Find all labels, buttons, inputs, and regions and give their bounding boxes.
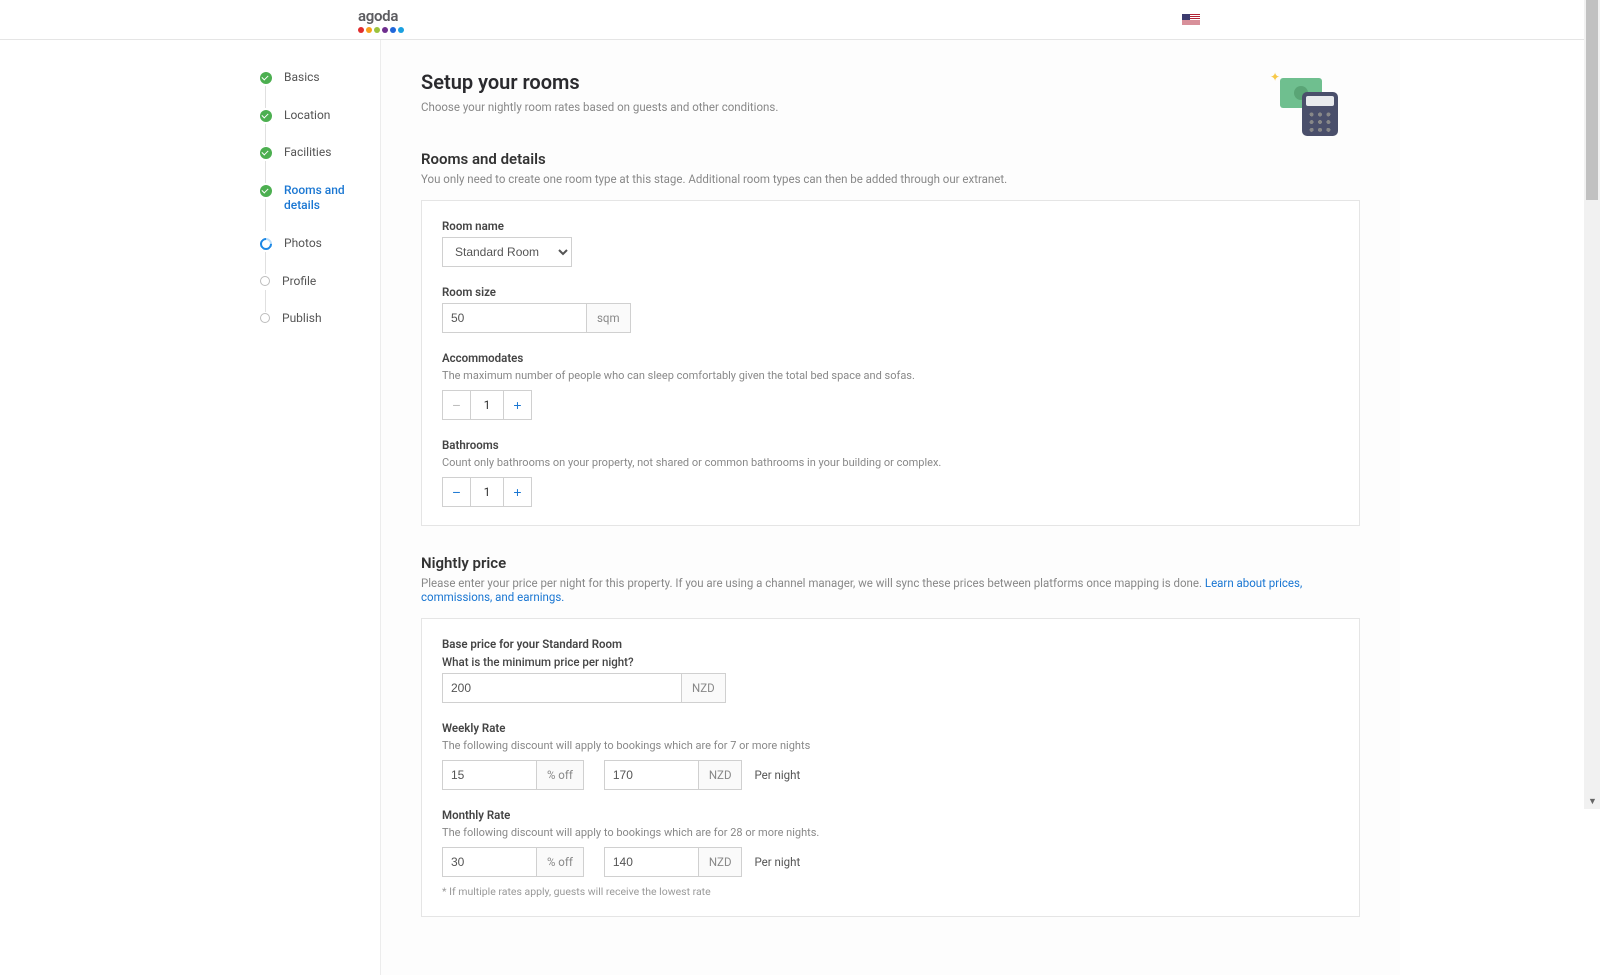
weekly-rate-input[interactable] [604,760,699,790]
room-size-label: Room size [442,285,1339,299]
weekly-rate-label: Weekly Rate [442,721,1339,735]
brand-logo[interactable]: agoda [358,7,404,33]
locale-flag-icon[interactable] [1182,14,1200,26]
weekly-rate-desc: The following discount will apply to boo… [442,739,1339,752]
room-name-label: Room name [442,219,1339,233]
check-icon [260,110,272,122]
step-facilities[interactable]: Facilities [260,145,360,161]
bathrooms-desc: Count only bathrooms on your property, n… [442,456,1339,469]
progress-sidebar: Basics Location Facilities Rooms and det… [200,40,380,975]
scroll-down-icon[interactable]: ▼ [1588,796,1597,807]
room-name-select[interactable]: Standard Room [442,237,572,267]
brand-dots-icon [358,27,404,33]
brand-text: agoda [358,7,404,25]
currency-addon: NZD [699,847,743,877]
currency-addon: NZD [699,760,743,790]
plus-button[interactable]: + [503,478,531,506]
step-label: Rooms and details [284,183,360,214]
min-price-input[interactable] [442,673,682,703]
step-photos[interactable]: Photos [260,236,360,252]
step-label: Basics [284,70,320,86]
bathrooms-stepper: − 1 + [442,477,532,507]
step-label: Location [284,108,330,124]
minus-button[interactable]: − [443,478,471,506]
monthly-pct-input[interactable] [442,847,537,877]
monthly-rate-desc: The following discount will apply to boo… [442,826,1339,839]
scrollbar-thumb[interactable] [1586,0,1598,200]
circle-icon [260,313,270,323]
step-publish[interactable]: Publish [260,311,360,327]
step-rooms-details[interactable]: Rooms and details [260,183,360,214]
accommodates-label: Accommodates [442,351,1339,365]
per-night-label: Per night [742,847,800,877]
minus-button[interactable]: − [443,391,471,419]
rooms-subtext: You only need to create one room type at… [421,172,1360,186]
price-heading: Nightly price [421,554,1360,572]
calculator-illustration-icon: ✦ [1260,70,1360,150]
accommodates-value: 1 [471,391,503,419]
bathrooms-value: 1 [471,478,503,506]
check-icon [260,72,272,84]
circle-icon [260,276,270,286]
plus-button[interactable]: + [503,391,531,419]
pct-off-addon: % off [537,847,584,877]
check-icon [260,147,272,159]
room-size-input[interactable] [442,303,587,333]
step-basics[interactable]: Basics [260,70,360,86]
weekly-pct-input[interactable] [442,760,537,790]
price-subtext: Please enter your price per night for th… [421,576,1360,604]
step-label: Photos [284,236,322,252]
page-title: Setup your rooms [421,70,778,94]
monthly-rate-input[interactable] [604,847,699,877]
rooms-card: Room name Standard Room Room size sqm Ac… [421,200,1360,526]
step-profile[interactable]: Profile [260,274,360,290]
accommodates-stepper: − 1 + [442,390,532,420]
page-subtitle: Choose your nightly room rates based on … [421,100,778,114]
currency-addon: NZD [682,673,726,703]
step-label: Facilities [284,145,331,161]
bathrooms-label: Bathrooms [442,438,1339,452]
rates-footnote: * If multiple rates apply, guests will r… [442,885,1339,898]
monthly-rate-label: Monthly Rate [442,808,1339,822]
pct-off-addon: % off [537,760,584,790]
step-location[interactable]: Location [260,108,360,124]
room-size-unit: sqm [587,303,631,333]
price-card: Base price for your Standard Room What i… [421,618,1360,917]
per-night-label: Per night [742,760,800,790]
check-icon [260,185,272,197]
base-price-label: Base price for your Standard Room [442,637,1339,651]
min-price-label: What is the minimum price per night? [442,655,1339,669]
accommodates-desc: The maximum number of people who can sle… [442,369,1339,382]
step-label: Profile [282,274,316,290]
vertical-scrollbar[interactable]: ▲ ▼ [1584,0,1600,809]
spinner-icon [258,235,275,252]
main-content: Setup your rooms Choose your nightly roo… [380,40,1400,975]
rooms-heading: Rooms and details [421,150,1360,168]
top-header: agoda [0,0,1600,40]
step-label: Publish [282,311,322,327]
